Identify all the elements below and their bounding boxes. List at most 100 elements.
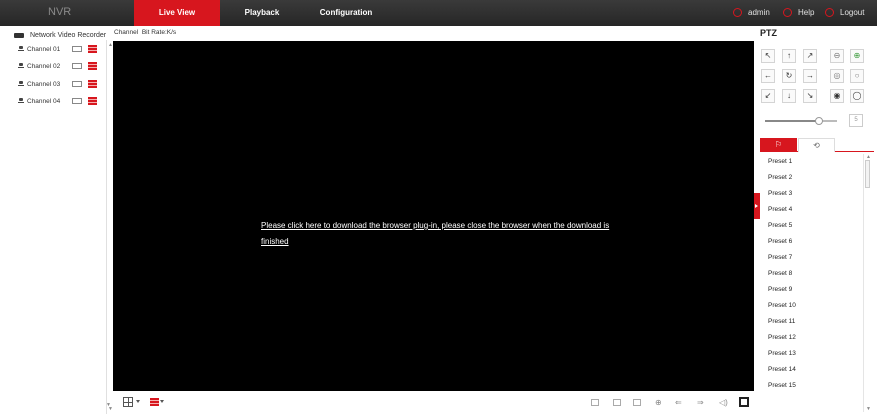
channel-item[interactable]: Channel 01 <box>18 44 97 54</box>
live-view-icon[interactable] <box>72 46 82 52</box>
iris-open-icon[interactable]: ◉ <box>830 89 844 103</box>
ptz-down-left-button[interactable]: ↙ <box>761 89 775 103</box>
camera-icon <box>18 63 24 69</box>
zoom-in-icon[interactable]: ⊕ <box>850 49 864 63</box>
preset-item[interactable]: Preset 9 <box>757 282 863 298</box>
snapshot-icon[interactable] <box>613 399 621 406</box>
nav-playback[interactable]: Playback <box>221 0 303 26</box>
fullscreen-icon[interactable] <box>739 397 749 407</box>
record-icon[interactable] <box>633 399 641 406</box>
ptz-up-button[interactable]: ↑ <box>782 49 796 63</box>
live-view-icon[interactable] <box>72 63 82 69</box>
device-label: Network Video Recorder <box>30 31 107 39</box>
chevron-down-icon[interactable] <box>136 400 140 403</box>
logout-icon <box>825 8 834 18</box>
ptz-right-button[interactable]: → <box>803 69 817 83</box>
nav-live-view[interactable]: Live View <box>134 0 220 26</box>
tab-cruise[interactable]: ⟲ <box>798 138 835 152</box>
camera-icon <box>18 46 24 52</box>
ptz-auto-scan-button[interactable]: ↻ <box>782 69 796 83</box>
preset-item[interactable]: Preset 6 <box>757 234 863 250</box>
focus-near-icon[interactable]: ◎ <box>830 69 844 83</box>
ptz-speed-value: 5 <box>849 114 863 127</box>
chevron-down-icon[interactable] <box>160 400 164 403</box>
iris-close-icon[interactable]: ◯ <box>850 89 864 103</box>
live-view-icon[interactable] <box>72 98 82 104</box>
user-menu[interactable]: admin <box>733 0 770 26</box>
camera-icon <box>18 98 24 104</box>
preset-item[interactable]: Preset 12 <box>757 330 863 346</box>
video-area[interactable]: Please click here to download the browse… <box>113 41 754 391</box>
live-view-icon[interactable] <box>72 81 82 87</box>
record-icon[interactable] <box>88 45 97 53</box>
preset-scrollbar[interactable]: ▲ ▼ <box>863 154 871 412</box>
help-icon <box>783 8 792 18</box>
preset-item[interactable]: Preset 4 <box>757 202 863 218</box>
ptz-down-button[interactable]: ↓ <box>782 89 796 103</box>
tab-presets[interactable]: ⚐ <box>760 138 797 152</box>
preset-item[interactable]: Preset 10 <box>757 298 863 314</box>
video-toolbar: ⊕ ⇐ ⇒ ◁) <box>113 391 754 414</box>
channel-label: Channel 04 <box>27 97 61 105</box>
channel-bitrate-info: Channel Bit Rate:K/s <box>114 29 177 36</box>
help-link[interactable]: Help <box>783 0 814 26</box>
layout-grid-icon[interactable] <box>123 397 133 407</box>
zoom-icon[interactable]: ⊕ <box>655 398 662 408</box>
preset-item[interactable]: Preset 7 <box>757 250 863 266</box>
preset-item[interactable]: Preset 14 <box>757 362 863 378</box>
cruise-icon: ⟲ <box>813 141 820 150</box>
device-node[interactable]: Network Video Recorder <box>14 30 106 40</box>
ptz-panel: PTZ ↖ ↑ ↗ ← ↻ → ↙ ↓ ↘ ⊖ ⊕ ◎ ○ ◉ ◯ 5 ⚐ ⟲ … <box>760 26 877 414</box>
recorder-icon <box>14 32 24 38</box>
user-name: admin <box>748 8 770 17</box>
channel-item[interactable]: Channel 03 <box>18 79 97 89</box>
app-logo: NVR <box>48 6 72 18</box>
ptz-left-button[interactable]: ← <box>761 69 775 83</box>
top-bar: NVR Live View Playback Configuration adm… <box>0 0 877 26</box>
channel-item[interactable]: Channel 02 <box>18 61 97 71</box>
help-label: Help <box>798 8 815 17</box>
record-icon[interactable] <box>88 97 97 105</box>
ptz-title: PTZ <box>760 28 777 38</box>
forward-icon[interactable]: ⇒ <box>697 398 704 408</box>
preset-list: Preset 1 Preset 2 Preset 3 Preset 4 Preset 5… <box>757 154 863 412</box>
record-icon[interactable] <box>88 80 97 88</box>
channel-item[interactable]: Channel 04 <box>18 96 97 106</box>
channel-label: Channel 03 <box>27 80 61 88</box>
device-tree-panel: Network Video Recorder Channel 01 Channe… <box>0 26 113 414</box>
record-icon[interactable] <box>88 62 97 70</box>
ptz-down-right-button[interactable]: ↘ <box>803 89 817 103</box>
play-icon[interactable] <box>591 399 599 406</box>
sidebar-scrollbar[interactable]: ▲ ▼ <box>106 40 113 414</box>
logout-label: Logout <box>840 8 865 17</box>
ptz-speed-slider[interactable] <box>815 117 823 125</box>
preset-item[interactable]: Preset 5 <box>757 218 863 234</box>
plugin-download-link[interactable]: Please click here to download the browse… <box>261 218 621 250</box>
channel-label: Channel 02 <box>27 62 61 70</box>
rewind-icon[interactable]: ⇐ <box>675 398 682 408</box>
scroll-down-icon[interactable]: ▼ <box>106 402 111 408</box>
record-all-icon[interactable] <box>150 398 159 406</box>
channel-label: Channel 01 <box>27 45 61 53</box>
preset-item[interactable]: Preset 15 <box>757 378 863 394</box>
preset-item[interactable]: Preset 13 <box>757 346 863 362</box>
audio-icon[interactable]: ◁) <box>719 398 728 408</box>
flag-icon: ⚐ <box>774 140 783 149</box>
preset-item[interactable]: Preset 1 <box>757 154 863 170</box>
ptz-up-right-button[interactable]: ↗ <box>803 49 817 63</box>
ptz-tabs: ⚐ ⟲ <box>760 138 874 152</box>
scroll-thumb[interactable] <box>865 160 870 188</box>
preset-item[interactable]: Preset 8 <box>757 266 863 282</box>
nav-configuration[interactable]: Configuration <box>304 0 388 26</box>
logout-link[interactable]: Logout <box>825 0 864 26</box>
zoom-out-icon[interactable]: ⊖ <box>830 49 844 63</box>
preset-item[interactable]: Preset 3 <box>757 186 863 202</box>
ptz-up-left-button[interactable]: ↖ <box>761 49 775 63</box>
scroll-down-icon[interactable]: ▼ <box>866 406 871 412</box>
ptz-speed-fill <box>765 120 819 122</box>
user-icon <box>733 8 742 18</box>
focus-far-icon[interactable]: ○ <box>850 69 864 83</box>
preset-item[interactable]: Preset 11 <box>757 314 863 330</box>
preset-item[interactable]: Preset 2 <box>757 170 863 186</box>
camera-icon <box>18 81 24 87</box>
